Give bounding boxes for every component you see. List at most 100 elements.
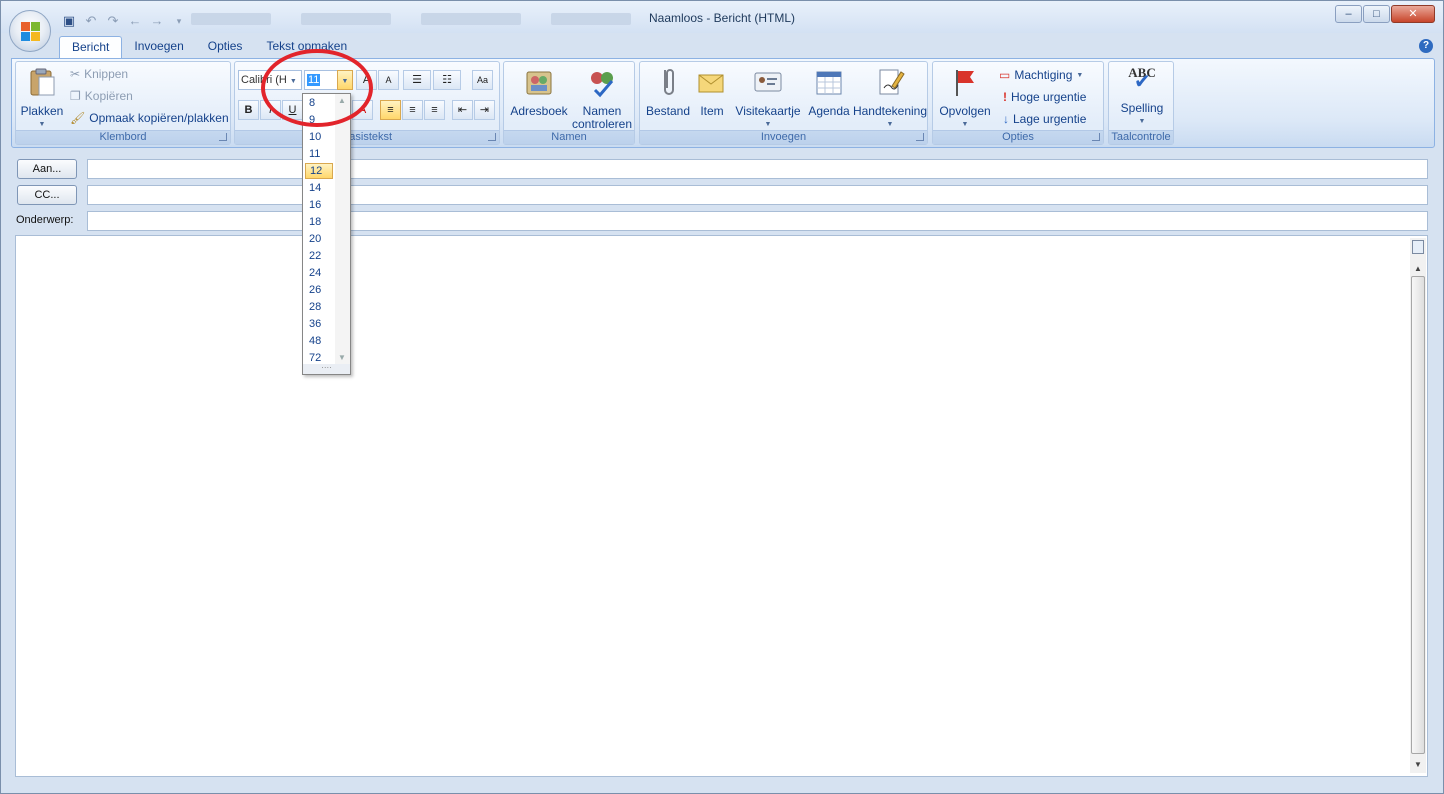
close-button[interactable]: ✕ (1391, 5, 1435, 23)
attach-item-button[interactable]: Item (692, 66, 732, 118)
scrollbar-thumb[interactable] (1411, 276, 1425, 754)
maximize-button[interactable]: □ (1363, 5, 1390, 23)
exclamation-icon: ! (1003, 90, 1007, 104)
bold-button[interactable]: B (238, 100, 259, 120)
subject-label: Onderwerp: (16, 214, 74, 226)
font-size-option[interactable]: 24 (305, 265, 333, 281)
increase-indent-button[interactable]: ⇥ (474, 100, 495, 120)
undo-icon[interactable]: ↶ (83, 13, 99, 29)
to-button[interactable]: Aan... (17, 159, 77, 179)
spelling-label: Spelling (1120, 101, 1164, 115)
address-book-label: Adresboek (510, 104, 568, 118)
high-importance-button[interactable]: ! Hoge urgentie (1003, 88, 1086, 106)
tab-opties[interactable]: Opties (196, 36, 255, 58)
help-icon[interactable]: ? (1419, 39, 1433, 53)
spelling-button[interactable]: ABC ✔ Spelling ▼ (1111, 66, 1173, 128)
font-size-option[interactable]: 18 (305, 214, 333, 230)
arrow-down-icon: ↓ (1003, 112, 1009, 126)
tab-invoegen[interactable]: Invoegen (122, 36, 195, 58)
font-size-option[interactable]: 14 (305, 180, 333, 196)
address-book-button[interactable]: Adresboek (508, 66, 570, 118)
back-icon[interactable]: ← (127, 13, 143, 29)
numbering-button[interactable]: ☷ (433, 70, 461, 90)
copy-icon: ❐ (70, 89, 81, 103)
save-icon[interactable]: ▣ (61, 13, 77, 29)
quick-access-toolbar: ▣ ↶ ↷ ← → ▾ (61, 11, 187, 31)
business-card-button[interactable]: Visitekaartje ▼ (732, 66, 804, 131)
font-size-option[interactable]: 28 (305, 299, 333, 315)
align-center-button[interactable]: ≡ (402, 100, 423, 120)
group-taalcontrole: ABC ✔ Spelling ▼ Taalcontrole (1108, 61, 1174, 145)
copy-button[interactable]: ❐ Kopiëren (70, 87, 133, 105)
check-names-button[interactable]: Namen controleren (570, 66, 634, 131)
signature-button[interactable]: Handtekening ▼ (852, 66, 928, 131)
styles-icon: Aa (476, 75, 488, 85)
cc-field[interactable] (87, 185, 1428, 205)
align-right-button[interactable]: ≡ (424, 100, 445, 120)
font-size-option[interactable]: 11 (305, 146, 333, 162)
numbered-list-icon: ☷ (442, 74, 452, 86)
calendar-button[interactable]: Agenda (806, 66, 852, 118)
customize-icon[interactable]: ▾ (171, 13, 187, 29)
paste-button[interactable]: Plakken ▼ (19, 66, 65, 131)
dialog-launcher-icon[interactable] (488, 133, 496, 141)
group-label-namen: Namen (504, 130, 634, 144)
bold-icon: B (244, 104, 253, 116)
align-left-icon: ≡ (387, 104, 394, 116)
font-size-option[interactable]: 26 (305, 282, 333, 298)
redo-icon[interactable]: ↷ (105, 13, 121, 29)
minimize-button[interactable]: – (1335, 5, 1362, 23)
forward-icon[interactable]: → (149, 13, 165, 29)
dialog-launcher-icon[interactable] (1092, 133, 1100, 141)
scroll-down-icon[interactable]: ▼ (1413, 760, 1423, 770)
permission-button[interactable]: ▭ Machtiging ▼ (999, 66, 1083, 84)
blurred-toolbar-region (421, 13, 521, 25)
follow-up-button[interactable]: Opvolgen ▼ (935, 66, 995, 131)
dialog-launcher-icon[interactable] (916, 133, 924, 141)
font-size-option[interactable]: 20 (305, 231, 333, 247)
brush-icon: 🖌 (70, 111, 86, 125)
bullets-button[interactable]: ☰ (403, 70, 431, 90)
title-bar: Naamloos - Bericht (HTML) ▣ ↶ ↷ ← → ▾ – … (1, 1, 1443, 33)
group-label-taalcontrole: Taalcontrole (1109, 130, 1173, 144)
font-size-option-highlighted[interactable]: 12 (305, 163, 333, 179)
cc-button[interactable]: CC... (17, 185, 77, 205)
cut-button[interactable]: ✂ Knippen (70, 65, 128, 83)
dropdown-scrollbar[interactable]: ▲ ▼ (335, 94, 350, 364)
shrink-font-button[interactable]: A (378, 70, 399, 90)
outdent-icon: ⇤ (457, 104, 468, 116)
format-painter-button[interactable]: 🖌 Opmaak kopiëren/plakken (70, 109, 229, 127)
outlook-message-window: Naamloos - Bericht (HTML) ▣ ↶ ↷ ← → ▾ – … (0, 0, 1444, 794)
ruler-toggle-icon[interactable] (1412, 240, 1424, 254)
subject-field[interactable] (87, 211, 1428, 231)
font-size-option[interactable]: 22 (305, 248, 333, 264)
high-importance-label: Hoge urgentie (1011, 90, 1087, 104)
decrease-indent-button[interactable]: ⇤ (452, 100, 473, 120)
font-size-option[interactable]: 10 (305, 129, 333, 145)
blurred-toolbar-region (301, 13, 391, 25)
align-left-button[interactable]: ≡ (380, 100, 401, 120)
low-importance-label: Lage urgentie (1013, 112, 1087, 126)
low-importance-button[interactable]: ↓ Lage urgentie (1003, 110, 1086, 128)
vertical-scrollbar[interactable]: ▲ ▼ (1410, 238, 1426, 773)
scroll-up-icon[interactable]: ▲ (1413, 264, 1423, 274)
attach-file-button[interactable]: Bestand (644, 66, 692, 118)
attach-file-label: Bestand (645, 104, 691, 118)
permission-label: Machtiging (1014, 68, 1073, 82)
resize-grip-icon[interactable]: ···· (303, 364, 350, 374)
shrink-font-icon: A (385, 75, 392, 85)
to-field[interactable] (87, 159, 1428, 179)
office-button[interactable] (9, 10, 51, 52)
business-card-label: Visitekaartje (735, 104, 801, 118)
font-size-option[interactable]: 36 (305, 316, 333, 332)
scroll-down-icon[interactable]: ▼ (338, 353, 346, 362)
message-body[interactable] (15, 235, 1428, 777)
paste-label: Plakken (20, 104, 64, 118)
envelope-icon (698, 74, 724, 93)
styles-button[interactable]: Aa (472, 70, 493, 90)
dialog-launcher-icon[interactable] (219, 133, 227, 141)
font-size-option[interactable]: 16 (305, 197, 333, 213)
paperclip-icon (664, 69, 674, 95)
font-size-option[interactable]: 48 (305, 333, 333, 349)
tab-bericht[interactable]: Bericht (59, 36, 123, 58)
